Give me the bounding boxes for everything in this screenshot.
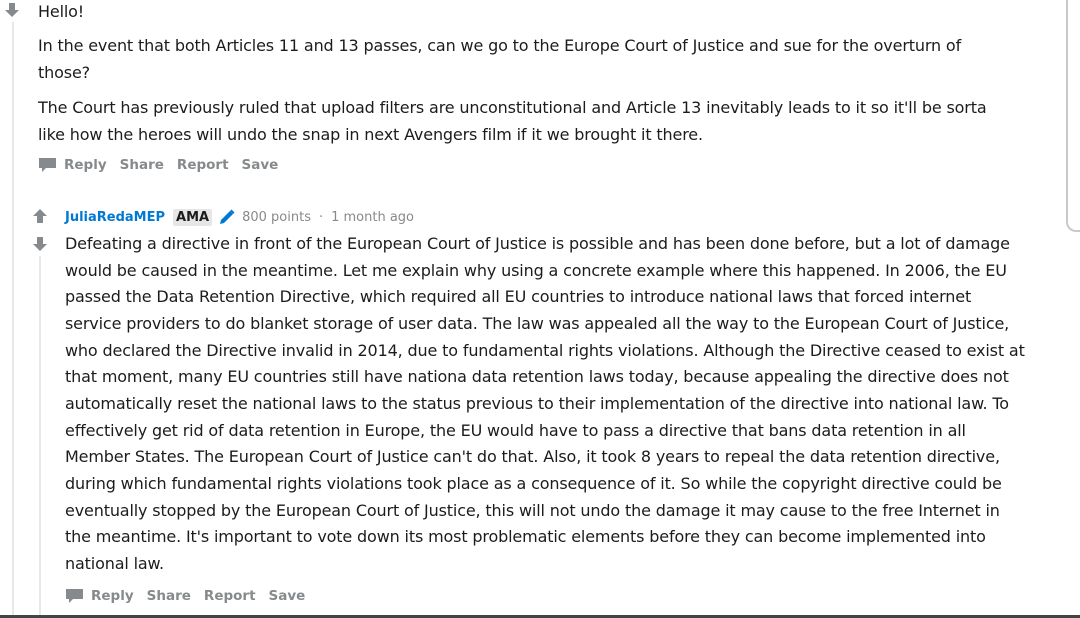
- comment-line: Member States. The European Court of Jus…: [65, 447, 1000, 466]
- flair-badge: AMA: [173, 208, 213, 226]
- save-button[interactable]: Save: [269, 588, 306, 604]
- timestamp[interactable]: 1 month ago: [331, 210, 414, 225]
- thread-line[interactable]: [12, 22, 14, 618]
- comment-line: effectively get rid of data retention in…: [65, 421, 966, 440]
- comment-actions: Reply Share Report Save: [38, 157, 291, 173]
- report-button[interactable]: Report: [204, 588, 256, 604]
- comment-line: during which fundamental rights violatio…: [65, 474, 1002, 493]
- reply-label: Reply: [91, 588, 134, 604]
- meta-separator: ·: [318, 209, 324, 225]
- comment-actions: Reply Share Report Save: [65, 588, 318, 604]
- comment-line: would be caused in the meantime. Let me …: [65, 261, 1007, 280]
- downvote-arrow-icon[interactable]: [4, 2, 20, 18]
- comment-line: service providers to do blanket storage …: [65, 314, 1010, 333]
- author-link[interactable]: JuliaRedaMEP: [65, 210, 165, 225]
- share-button[interactable]: Share: [120, 157, 164, 173]
- comment-line: like how the heroes will undo the snap i…: [38, 125, 703, 144]
- comment-line: who declared the Directive invalid in 20…: [65, 341, 1025, 360]
- comment-line: Defeating a directive in front of the Eu…: [65, 234, 1010, 253]
- upvote-arrow-icon[interactable]: [32, 208, 48, 224]
- thread-line[interactable]: [39, 256, 41, 618]
- comment-line: passed the Data Retention Directive, whi…: [65, 287, 972, 306]
- comment-line: automatically reset the national laws to…: [65, 394, 1009, 413]
- comment-line: that moment, many EU countries still hav…: [65, 367, 1009, 386]
- comment-line: The Court has previously ruled that uplo…: [38, 98, 987, 117]
- downvote-arrow-icon[interactable]: [32, 236, 48, 252]
- reply-label: Reply: [64, 157, 107, 173]
- save-button[interactable]: Save: [242, 157, 279, 173]
- comment-line: national law.: [65, 554, 164, 573]
- comment-greeting: Hello!: [38, 2, 85, 21]
- pencil-icon: [220, 209, 235, 224]
- comment-line: those?: [38, 63, 90, 82]
- reply-button[interactable]: Reply: [38, 157, 107, 173]
- scroll-frame: [1066, 0, 1080, 232]
- points-count: 800 points: [242, 209, 311, 225]
- comment-line: eventually stopped by the European Court…: [65, 501, 1000, 520]
- chat-bubble-icon: [66, 589, 83, 603]
- chat-bubble-icon: [39, 158, 56, 172]
- comment-meta: JuliaRedaMEP AMA 800 points · 1 month ag…: [65, 208, 414, 226]
- comment-line: In the event that both Articles 11 and 1…: [38, 36, 962, 55]
- report-button[interactable]: Report: [177, 157, 229, 173]
- comment-line: the meantime. It's important to vote dow…: [65, 527, 986, 546]
- share-button[interactable]: Share: [147, 588, 191, 604]
- reply-button[interactable]: Reply: [65, 588, 134, 604]
